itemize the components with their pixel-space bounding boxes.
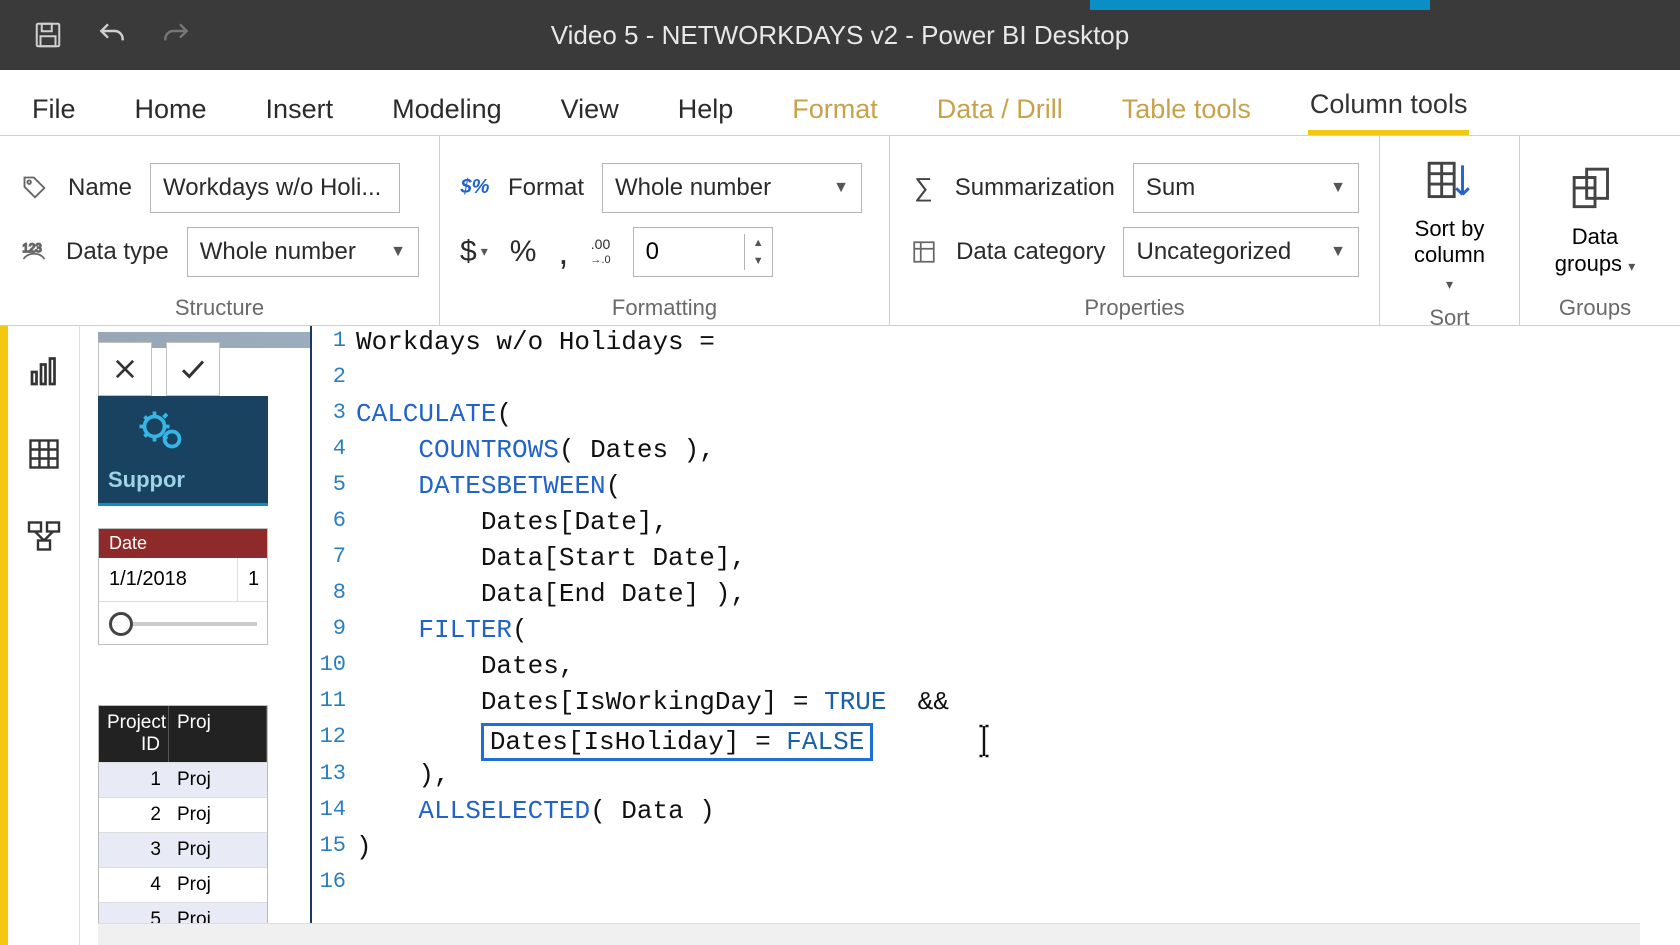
datatype-label: Data type	[66, 238, 169, 266]
datacategory-value: Uncategorized	[1136, 238, 1291, 266]
tab-format[interactable]: Format	[790, 80, 880, 135]
data-groups-button[interactable]: Data groups ▾	[1543, 156, 1647, 283]
slicer-header: Date	[99, 529, 267, 558]
group-label-properties: Properties	[910, 291, 1359, 321]
tab-file[interactable]: File	[30, 80, 78, 135]
name-input[interactable]: Workdays w/o Holi...	[150, 163, 400, 213]
table-row[interactable]: 3Proj	[99, 832, 267, 867]
decimal-places-spinner[interactable]: 0 ▲▼	[633, 227, 773, 277]
tab-insert[interactable]: Insert	[264, 80, 336, 135]
chevron-down-icon: ▼	[833, 179, 849, 197]
slider-thumb[interactable]	[109, 612, 133, 636]
group-sort: Sort by column ▾ Sort	[1380, 136, 1520, 325]
spinner-up-icon[interactable]: ▲	[745, 234, 772, 252]
formula-bar-controls	[98, 342, 220, 396]
decimal-places-value: 0	[634, 238, 744, 266]
table-row[interactable]: 2Proj	[99, 797, 267, 832]
quick-access-toolbar	[0, 17, 194, 53]
thousands-button[interactable]: ,	[558, 231, 568, 273]
category-icon	[910, 237, 938, 267]
datacategory-combo[interactable]: Uncategorized ▼	[1123, 227, 1359, 277]
save-icon[interactable]	[30, 17, 66, 53]
table-row[interactable]: 4Proj	[99, 867, 267, 902]
datatype-value: Whole number	[200, 238, 356, 266]
decrease-decimals-button[interactable]: .00→.0	[590, 237, 610, 266]
support-label: Suppor	[108, 467, 185, 493]
datatype-icon: 123	[20, 237, 48, 267]
format-icon: $%	[460, 173, 490, 203]
spinner-down-icon[interactable]: ▼	[745, 252, 772, 270]
accent-strip	[1090, 0, 1430, 10]
undo-icon[interactable]	[94, 17, 130, 53]
redo-icon	[158, 17, 194, 53]
group-groups: Data groups ▾ Groups	[1520, 136, 1670, 325]
sort-icon	[1422, 154, 1478, 210]
groups-icon	[1567, 162, 1623, 218]
name-value: Workdays w/o Holi...	[163, 174, 381, 202]
summarization-combo[interactable]: Sum ▼	[1133, 163, 1359, 213]
groups-label: Data groups ▾	[1555, 224, 1635, 277]
chevron-down-icon: ▼	[1330, 179, 1346, 197]
background-visuals: Suppor Date 1/1/2018 1 Project ID Proj 1…	[98, 396, 268, 938]
data-view-icon[interactable]	[24, 434, 64, 474]
main-area: Suppor Date 1/1/2018 1 Project ID Proj 1…	[0, 326, 1680, 945]
format-value: Whole number	[615, 174, 771, 202]
summarization-value: Sum	[1146, 174, 1195, 202]
report-view-icon[interactable]	[24, 352, 64, 392]
title-bar: Video 5 - NETWORKDAYS v2 - Power BI Desk…	[0, 0, 1680, 70]
col-project-id[interactable]: Project ID	[99, 706, 169, 762]
group-structure: Name Workdays w/o Holi... 123 Data type …	[0, 136, 440, 325]
tab-table-tools[interactable]: Table tools	[1120, 80, 1253, 135]
format-label: Format	[508, 174, 584, 202]
canvas: Suppor Date 1/1/2018 1 Project ID Proj 1…	[80, 326, 1680, 945]
model-view-icon[interactable]	[24, 516, 64, 556]
group-formatting: $% Format Whole number ▼ $▾ % , .00→.0 0…	[440, 136, 890, 325]
datacategory-label: Data category	[956, 238, 1105, 266]
name-label: Name	[68, 174, 132, 202]
slicer-start-value[interactable]: 1/1/2018	[99, 558, 237, 602]
datatype-combo[interactable]: Whole number ▼	[187, 227, 419, 277]
ribbon-tabs: File Home Insert Modeling View Help Form…	[0, 70, 1680, 136]
slicer-track[interactable]	[99, 602, 267, 644]
gear-icon	[132, 404, 192, 464]
tag-icon	[20, 173, 50, 203]
ribbon-panel: Name Workdays w/o Holi... 123 Data type …	[0, 136, 1680, 326]
highlighted-expression: Dates[IsHoliday] = FALSE	[481, 723, 873, 761]
group-properties: ∑ Summarization Sum ▼ Data category Unca…	[890, 136, 1380, 325]
project-table[interactable]: Project ID Proj 1Proj2Proj3Proj4Proj5Pro…	[98, 705, 268, 938]
group-label-formatting: Formatting	[460, 291, 869, 321]
cancel-formula-button[interactable]	[98, 342, 152, 396]
currency-button[interactable]: $▾	[460, 235, 488, 269]
chevron-down-icon: ▼	[1330, 243, 1346, 261]
date-slicer[interactable]: Date 1/1/2018 1	[98, 528, 268, 645]
view-rail	[8, 326, 80, 945]
table-row[interactable]: 1Proj	[99, 762, 267, 797]
tab-view[interactable]: View	[559, 80, 621, 135]
horizontal-scrollbar[interactable]	[98, 923, 1640, 945]
sort-by-column-button[interactable]: Sort by column ▾	[1400, 148, 1499, 301]
text-cursor-icon	[973, 723, 995, 759]
sort-label: Sort by column ▾	[1412, 216, 1487, 295]
tab-data-drill[interactable]: Data / Drill	[935, 80, 1065, 135]
col-project-name[interactable]: Proj	[169, 706, 267, 762]
commit-formula-button[interactable]	[166, 342, 220, 396]
tab-column-tools[interactable]: Column tools	[1308, 75, 1470, 135]
group-label-groups: Groups	[1540, 291, 1650, 321]
summarization-label: Summarization	[955, 174, 1115, 202]
table-header: Project ID Proj	[99, 706, 267, 762]
format-combo[interactable]: Whole number ▼	[602, 163, 862, 213]
tab-modeling[interactable]: Modeling	[390, 80, 504, 135]
group-label-structure: Structure	[20, 291, 419, 321]
slicer-end-value[interactable]: 1	[237, 558, 267, 602]
sigma-icon: ∑	[910, 173, 937, 203]
tab-home[interactable]: Home	[133, 80, 209, 135]
app-title: Video 5 - NETWORKDAYS v2 - Power BI Desk…	[551, 20, 1129, 51]
percent-button[interactable]: %	[510, 235, 537, 269]
chevron-down-icon: ▼	[390, 243, 406, 261]
formula-editor[interactable]: 1Workdays w/o Holidays = 2 3CALCULATE( 4…	[310, 326, 1680, 945]
support-card[interactable]: Suppor	[98, 396, 268, 506]
tab-help[interactable]: Help	[676, 80, 736, 135]
